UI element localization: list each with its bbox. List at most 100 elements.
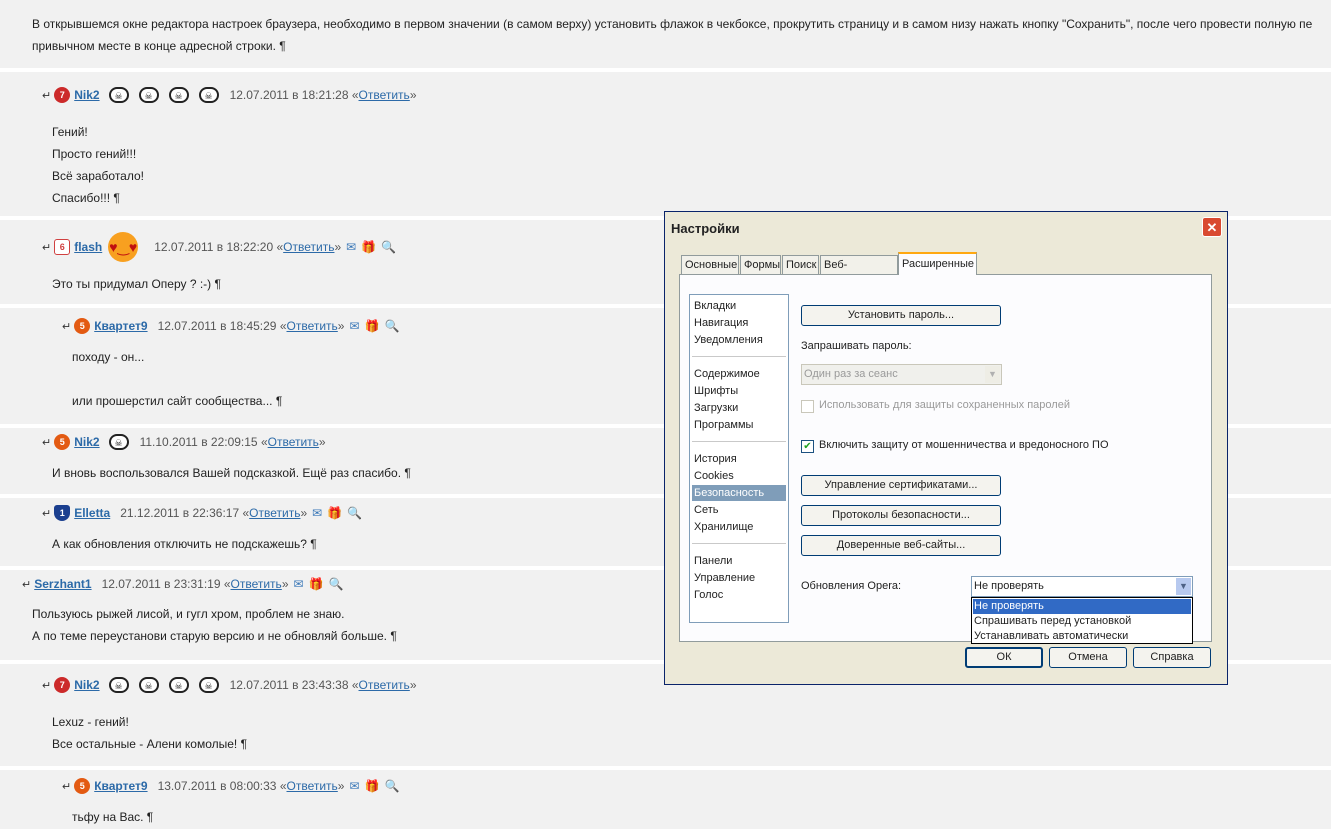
- tab-webpages[interactable]: Веб-страницы: [820, 255, 898, 290]
- use-for-saved-passwords-label: Использовать для защиты сохраненных паро…: [819, 399, 1070, 411]
- comment-text: походу - он...: [72, 350, 145, 364]
- username-link[interactable]: Nik2: [74, 678, 99, 692]
- gift-icon[interactable]: 🎁: [327, 506, 342, 520]
- magnifier-icon[interactable]: 🔍: [385, 319, 400, 333]
- help-button[interactable]: Справка: [1133, 647, 1211, 668]
- reply-link[interactable]: Ответить: [287, 779, 338, 793]
- category-programs[interactable]: Программы: [692, 417, 786, 433]
- list-divider: [692, 441, 786, 442]
- mail-icon[interactable]: ✉: [312, 506, 322, 520]
- intro-block: В открывшемся окне редактора настроек бр…: [0, 0, 1331, 68]
- manage-certificates-button[interactable]: Управление сертификатами...: [801, 475, 1001, 496]
- list-divider: [692, 543, 786, 544]
- dialog-titlebar[interactable]: Настройки ✕: [665, 212, 1227, 242]
- updates-option-auto[interactable]: Устанавливать автоматически: [973, 629, 1191, 644]
- username-link[interactable]: Квартет9: [94, 779, 147, 793]
- category-network[interactable]: Сеть: [692, 502, 786, 518]
- gift-icon[interactable]: 🎁: [365, 319, 380, 333]
- gift-icon[interactable]: 🎁: [309, 577, 324, 591]
- set-password-button[interactable]: Установить пароль...: [801, 305, 1001, 326]
- close-button[interactable]: ✕: [1202, 217, 1222, 237]
- skull-award-icon: ☠: [138, 677, 159, 693]
- category-fonts[interactable]: Шрифты: [692, 383, 786, 399]
- category-toolbars[interactable]: Панели: [692, 553, 786, 569]
- comment-text: Пользуюсь рыжей лисой, и гугл хром, проб…: [32, 607, 345, 621]
- mail-icon[interactable]: ✉: [294, 577, 304, 591]
- username-link[interactable]: Квартет9: [94, 319, 147, 333]
- rank-badge-icon: 5: [74, 778, 91, 794]
- trusted-sites-button[interactable]: Доверенные веб-сайты...: [801, 535, 1001, 556]
- updates-option-ask[interactable]: Спрашивать перед установкой: [973, 614, 1191, 629]
- opera-updates-label: Обновления Opera:: [801, 580, 902, 592]
- comment-text: Это ты придумал Оперу ? :-) ¶: [52, 277, 221, 291]
- use-for-saved-passwords-checkbox[interactable]: [801, 400, 814, 413]
- dialog-title: Настройки: [671, 221, 740, 236]
- comment-datetime: 12.07.2011 в 18:21:28: [229, 88, 349, 102]
- magnifier-icon[interactable]: 🔍: [385, 779, 400, 793]
- reply-link[interactable]: Ответить: [359, 88, 410, 102]
- reply-link[interactable]: Ответить: [268, 435, 319, 449]
- reply-link[interactable]: Ответить: [249, 506, 300, 520]
- reply-link[interactable]: Ответить: [283, 240, 334, 254]
- category-navigation[interactable]: Навигация: [692, 315, 786, 331]
- fraud-protection-checkbox[interactable]: ✔: [801, 440, 814, 453]
- list-divider: [692, 356, 786, 357]
- comment-datetime: 12.07.2011 в 18:22:20: [154, 240, 274, 254]
- skull-award-icon: ☠: [108, 87, 129, 103]
- category-control[interactable]: Управление: [692, 570, 786, 586]
- rank-badge-icon: 6: [54, 239, 71, 255]
- mail-icon[interactable]: ✉: [346, 240, 356, 254]
- category-tabs[interactable]: Вкладки: [692, 298, 786, 314]
- comment-text: или прошерстил сайт сообщества... ¶: [72, 394, 283, 408]
- reply-arrow-icon: ↵: [42, 436, 52, 449]
- comment-datetime: 13.07.2011 в 08:00:33: [157, 779, 277, 793]
- tab-advanced[interactable]: Расширенные: [898, 252, 977, 275]
- magnifier-icon[interactable]: 🔍: [329, 577, 344, 591]
- reply-link[interactable]: Ответить: [359, 678, 410, 692]
- chevron-down-icon[interactable]: ▼: [1176, 578, 1191, 595]
- tab-general[interactable]: Основные: [681, 255, 739, 274]
- tab-forms[interactable]: Формы: [740, 255, 781, 274]
- username-link[interactable]: Nik2: [74, 88, 99, 102]
- cancel-button[interactable]: Отмена: [1049, 647, 1127, 668]
- username-link[interactable]: flash: [74, 240, 102, 254]
- ask-password-value: Один раз за сеанс: [804, 368, 898, 380]
- mail-icon[interactable]: ✉: [349, 779, 359, 793]
- username-link[interactable]: Elletta: [74, 506, 110, 520]
- category-security[interactable]: Безопасность: [692, 485, 786, 501]
- ok-button[interactable]: ОК: [965, 647, 1043, 668]
- comment-text: тьфу на Вас. ¶: [72, 810, 154, 824]
- comment-text: А как обновления отключить не подскажешь…: [52, 537, 317, 551]
- opera-updates-dropdown: Не проверять Спрашивать перед установкой…: [971, 597, 1193, 644]
- mail-icon[interactable]: ✉: [349, 319, 359, 333]
- skull-award-icon: ☠: [198, 87, 219, 103]
- updates-option-never[interactable]: Не проверять: [973, 599, 1191, 614]
- comment-text: Просто гений!!!: [52, 147, 137, 161]
- security-protocols-button[interactable]: Протоколы безопасности...: [801, 505, 1001, 526]
- opera-updates-select[interactable]: Не проверять ▼: [971, 576, 1193, 597]
- comment-header: ↵ 5 Квартет9 13.07.2011 в 08:00:33 «Отве…: [62, 778, 400, 794]
- magnifier-icon[interactable]: 🔍: [381, 240, 396, 254]
- reply-arrow-icon: ↵: [42, 241, 52, 254]
- category-cookies[interactable]: Cookies: [692, 468, 786, 484]
- reply-arrow-icon: ↵: [62, 320, 72, 333]
- category-notifications[interactable]: Уведомления: [692, 332, 786, 348]
- category-content[interactable]: Содержимое: [692, 366, 786, 382]
- category-voice[interactable]: Голос: [692, 587, 786, 603]
- reply-link[interactable]: Ответить: [231, 577, 282, 591]
- ask-password-select[interactable]: Один раз за сеанс ▼: [801, 364, 1002, 385]
- magnifier-icon[interactable]: 🔍: [347, 506, 362, 520]
- reply-link[interactable]: Ответить: [287, 319, 338, 333]
- skull-award-icon: ☠: [138, 87, 159, 103]
- comment-header: ↵ 7 Nik2 ☠ ☠ ☠ ☠ 12.07.2011 в 18:21:28 «…: [42, 87, 417, 103]
- username-link[interactable]: Serzhant1: [34, 577, 91, 591]
- username-link[interactable]: Nik2: [74, 435, 99, 449]
- gift-icon[interactable]: 🎁: [361, 240, 376, 254]
- tab-search[interactable]: Поиск: [782, 255, 819, 274]
- category-storage[interactable]: Хранилище: [692, 519, 786, 535]
- gift-icon[interactable]: 🎁: [365, 779, 380, 793]
- category-history[interactable]: История: [692, 451, 786, 467]
- reply-arrow-icon: ↵: [42, 89, 52, 102]
- skull-award-icon: ☠: [168, 87, 189, 103]
- category-downloads[interactable]: Загрузки: [692, 400, 786, 416]
